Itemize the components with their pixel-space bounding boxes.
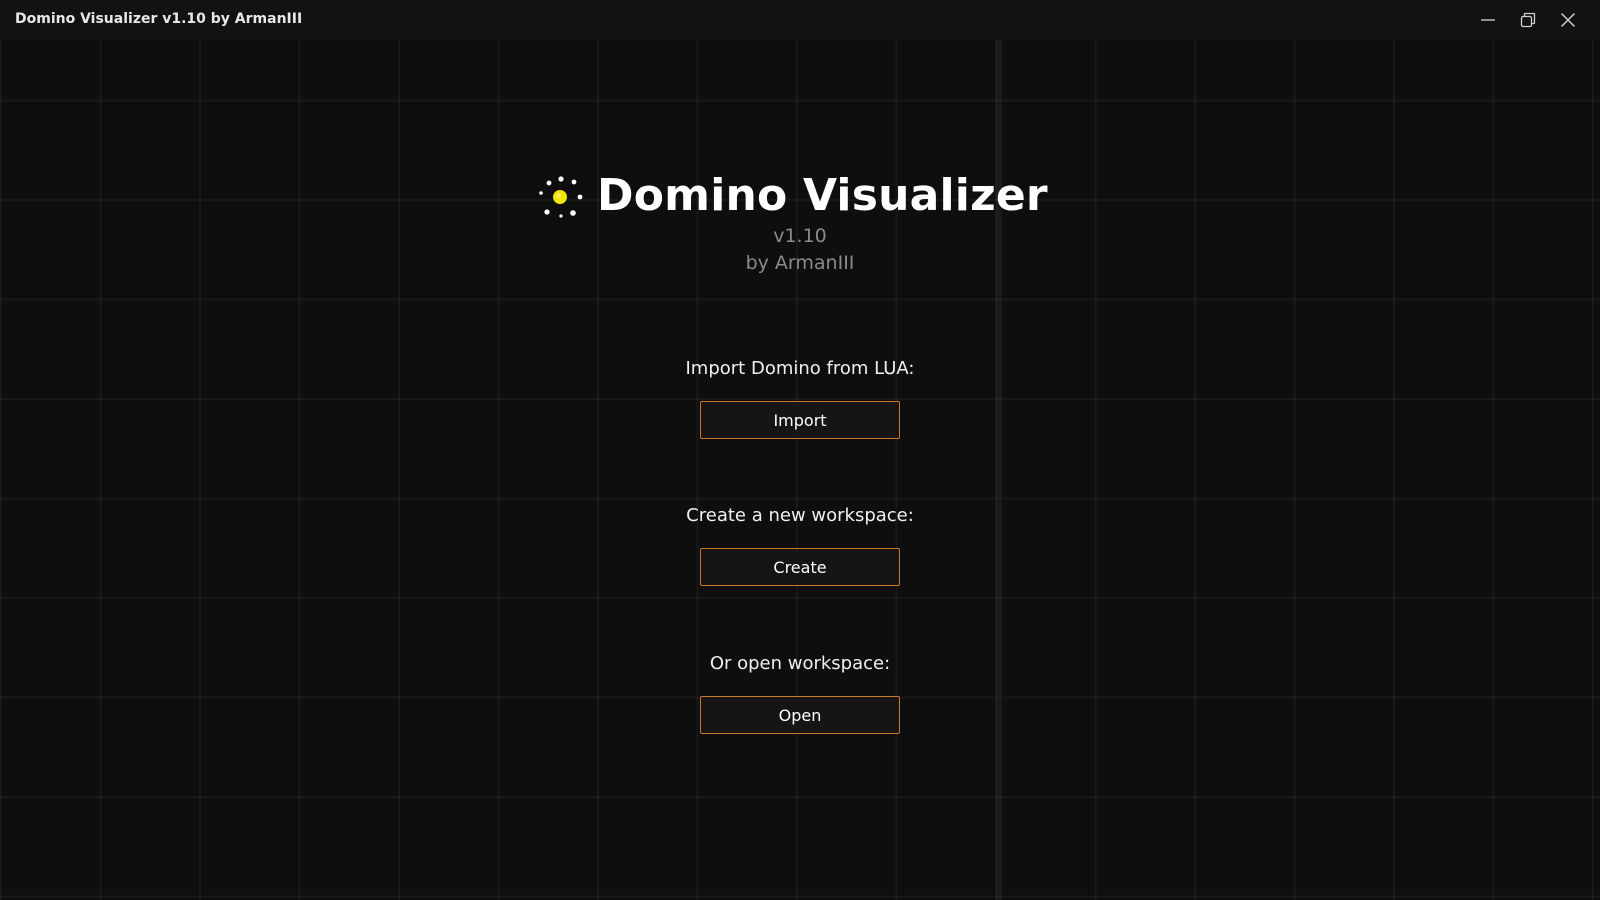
version-label: v1.10 (773, 225, 827, 247)
title-bar[interactable]: Domino Visualizer v1.10 by ArmanIII (0, 0, 1600, 40)
minimize-icon (1481, 19, 1495, 21)
grid-highlight-line (996, 0, 1002, 900)
open-button[interactable]: Open (700, 696, 900, 734)
create-label: Create a new workspace: (686, 505, 914, 526)
close-button[interactable] (1548, 0, 1588, 40)
create-button[interactable]: Create (700, 548, 900, 586)
hero-title-row: Domino Visualizer (537, 160, 1048, 230)
window-title: Domino Visualizer v1.10 by ArmanIII (15, 11, 303, 27)
create-section: Create a new workspace: (0, 503, 1600, 529)
import-label: Import Domino from LUA: (685, 358, 915, 379)
maximize-button[interactable] (1508, 0, 1548, 40)
minimize-button[interactable] (1468, 0, 1508, 40)
maximize-icon (1520, 12, 1536, 28)
close-icon (1560, 12, 1576, 28)
app-window: Domino Visualizer v1.10 by ArmanIII Domi… (0, 0, 1600, 900)
import-button[interactable]: Import (700, 401, 900, 439)
sun-dots-icon (539, 176, 583, 218)
import-section: Import Domino from LUA: (0, 356, 1600, 382)
open-section: Or open workspace: (0, 651, 1600, 677)
open-label: Or open workspace: (709, 653, 891, 674)
app-title: Domino Visualizer (597, 169, 1048, 221)
author-label: by ArmanIII (745, 252, 855, 274)
